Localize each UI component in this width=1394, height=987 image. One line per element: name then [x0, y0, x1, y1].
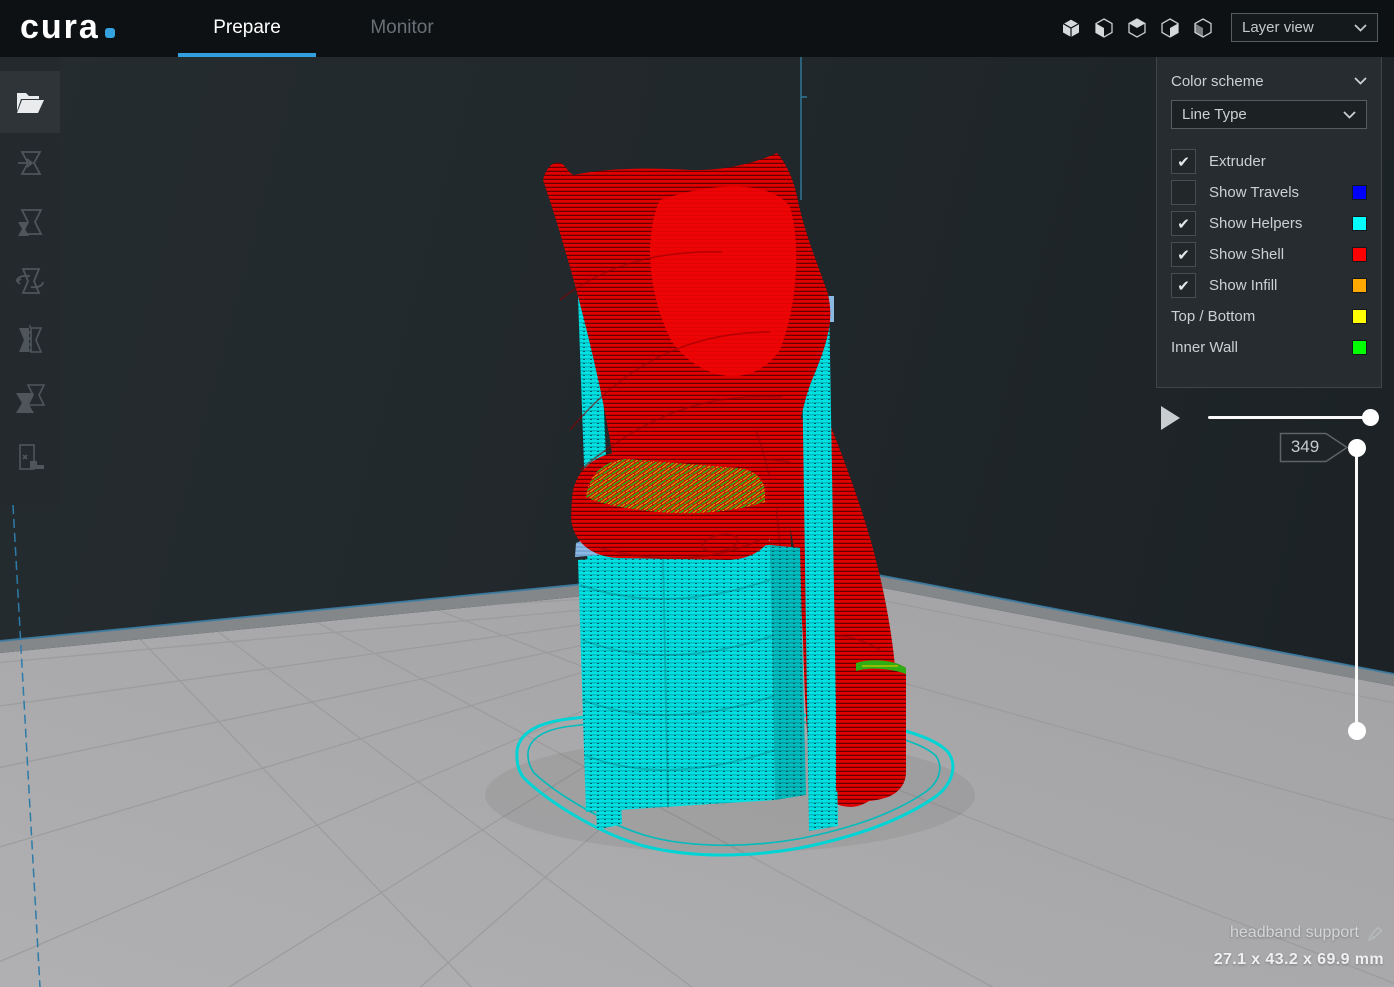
move-tool-icon — [12, 145, 48, 181]
shell-color-swatch — [1352, 247, 1367, 262]
shell-step-piece — [836, 660, 906, 801]
tool-per-model-settings[interactable] — [0, 369, 60, 428]
show-helpers-checkbox[interactable]: ✔ — [1171, 211, 1196, 236]
camera-view-buttons — [1061, 18, 1213, 38]
view-left-icon[interactable] — [1160, 18, 1180, 38]
tab-prepare[interactable]: Prepare — [178, 0, 316, 57]
play-layers-button[interactable] — [1161, 406, 1180, 430]
open-folder-icon — [15, 89, 45, 115]
row-show-shell: ✔ Show Shell — [1171, 239, 1367, 270]
view-right-icon[interactable] — [1193, 18, 1213, 38]
mesh-type-icon — [12, 440, 48, 476]
model-name: headband support — [1230, 924, 1359, 942]
extruder-checkbox[interactable]: ✔ — [1171, 149, 1196, 174]
infill-color-swatch — [1352, 278, 1367, 293]
layer-animation-slider[interactable] — [1208, 416, 1378, 419]
helpers-color-swatch — [1352, 216, 1367, 231]
tool-mirror[interactable] — [0, 310, 60, 369]
view-3d-icon[interactable] — [1061, 18, 1081, 38]
tool-scale[interactable] — [0, 192, 60, 251]
layer-view-panel: Color scheme Line Type ✔ Extruder Show T… — [1156, 57, 1382, 388]
tool-mesh-type[interactable] — [0, 428, 60, 487]
tool-rotate[interactable] — [0, 251, 60, 310]
show-helpers-label: Show Helpers — [1209, 215, 1352, 232]
color-scheme-header[interactable]: Color scheme — [1171, 71, 1367, 91]
chevron-down-icon — [1354, 24, 1367, 32]
row-show-travels: Show Travels — [1171, 177, 1367, 208]
layer-slider-bottom-handle[interactable] — [1348, 722, 1366, 740]
view-top-icon[interactable] — [1127, 18, 1147, 38]
row-show-infill: ✔ Show Infill — [1171, 270, 1367, 301]
inner-wall-label: Inner Wall — [1171, 339, 1352, 356]
row-extruder: ✔ Extruder — [1171, 146, 1367, 177]
current-layer-flag: 349 — [1279, 432, 1349, 463]
model-headband-support — [543, 153, 906, 831]
extruder-label: Extruder — [1209, 153, 1367, 170]
tool-move[interactable] — [0, 133, 60, 192]
layer-range-slider[interactable] — [1355, 448, 1358, 731]
row-top-bottom: Top / Bottom — [1171, 301, 1367, 332]
model-dimensions: 27.1 x 43.2 x 69.9 mm — [1214, 951, 1384, 969]
travels-color-swatch — [1352, 185, 1367, 200]
stage-tabs: Prepare Monitor — [178, 0, 464, 57]
inner-wall-color-swatch — [1352, 340, 1367, 355]
model-info: headband support 27.1 x 43.2 x 69.9 mm — [1214, 924, 1384, 969]
row-show-helpers: ✔ Show Helpers — [1171, 208, 1367, 239]
topbar: cura Prepare Monitor Layer view — [0, 0, 1394, 57]
scheme-dropdown[interactable]: Line Type — [1171, 100, 1367, 129]
open-file-button[interactable] — [0, 71, 60, 133]
color-scheme-label: Color scheme — [1171, 73, 1354, 90]
tool-sidebar — [0, 57, 60, 505]
support-box-front — [578, 545, 775, 812]
view-front-icon[interactable] — [1094, 18, 1114, 38]
chevron-down-icon — [1354, 77, 1367, 85]
scale-tool-icon — [12, 204, 48, 240]
show-shell-label: Show Shell — [1209, 246, 1352, 263]
mirror-tool-icon — [12, 322, 48, 358]
show-infill-label: Show Infill — [1209, 277, 1352, 294]
view-mode-dropdown[interactable]: Layer view — [1231, 13, 1378, 42]
row-inner-wall: Inner Wall — [1171, 332, 1367, 363]
logo-dot — [105, 28, 115, 38]
show-travels-label: Show Travels — [1209, 184, 1352, 201]
cura-logo: cura — [20, 8, 115, 47]
show-infill-checkbox[interactable]: ✔ — [1171, 273, 1196, 298]
top-bottom-color-swatch — [1352, 309, 1367, 324]
show-travels-checkbox[interactable] — [1171, 180, 1196, 205]
cura-app-window: { "topbar": { "logo_text": "cura", "tabs… — [0, 0, 1394, 987]
layer-slider-top-handle[interactable] — [1348, 439, 1366, 457]
chevron-down-icon — [1343, 111, 1356, 119]
rotate-tool-icon — [12, 263, 48, 299]
top-bottom-label: Top / Bottom — [1171, 308, 1352, 325]
tab-monitor[interactable]: Monitor — [340, 0, 464, 57]
rename-pencil-icon[interactable] — [1367, 925, 1384, 942]
layer-animation-slider-handle[interactable] — [1362, 409, 1379, 426]
current-layer-value: 349 — [1283, 437, 1327, 457]
show-shell-checkbox[interactable]: ✔ — [1171, 242, 1196, 267]
per-model-settings-icon — [12, 381, 48, 417]
